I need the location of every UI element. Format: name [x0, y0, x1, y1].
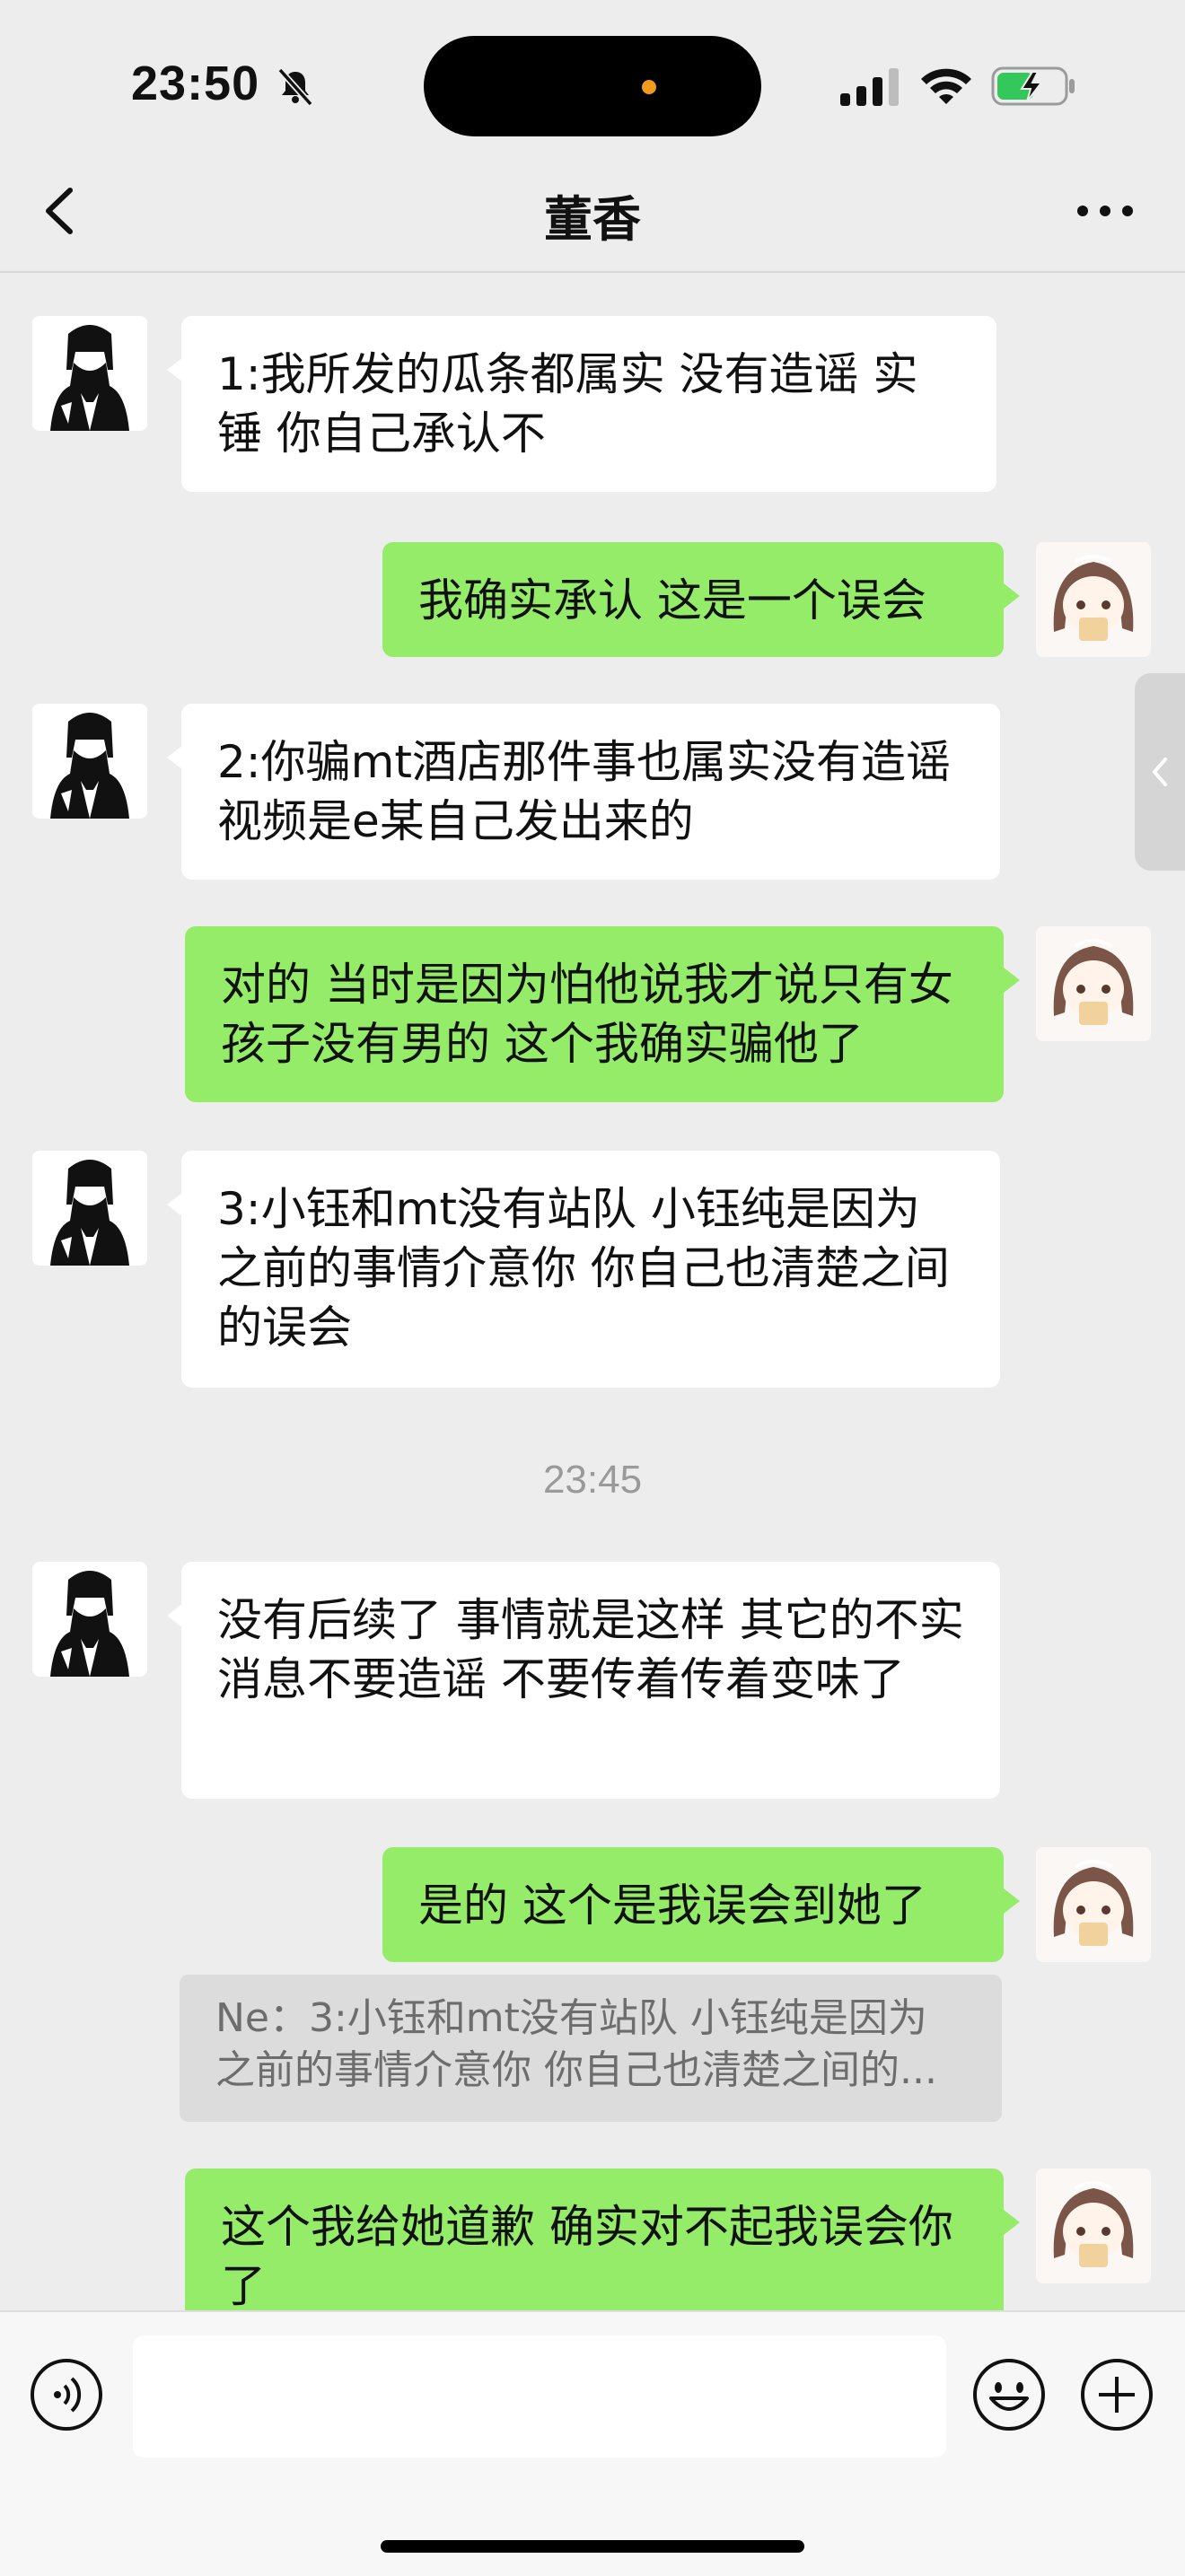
plus-icon[interactable] [1079, 2357, 1154, 2432]
message-incoming: 1:我所发的瓜条都属实 没有造谣 实锤 你自己承认不 [0, 273, 1185, 506]
cellular-signal-icon [840, 68, 899, 106]
home-indicator [381, 2540, 804, 2553]
chat-title: 董香 [544, 191, 641, 248]
contact-avatar[interactable] [32, 316, 147, 431]
message-bubble[interactable]: 对的 当时是因为怕他说我才说只有女孩子没有男的 这个我确实骗他了 [185, 926, 1004, 1102]
message-bubble[interactable]: 我确实承认 这是一个误会 [382, 542, 1004, 657]
message-outgoing: 是的 这个是我误会到她了 [0, 1847, 1185, 1967]
message-bubble[interactable]: 3:小钰和mt没有站队 小钰纯是因为之前的事情介意你 你自己也清楚之间的误会 [181, 1151, 1000, 1388]
message-timestamp: 23:45 [542, 1458, 643, 1502]
privacy-indicator-icon [642, 80, 656, 94]
message-incoming: 3:小钰和mt没有站队 小钰纯是因为之前的事情介意你 你自己也清楚之间的误会 [0, 1151, 1185, 1393]
quoted-text-line-1: Ne：3:小钰和mt没有站队 小钰纯是因为 [215, 1995, 927, 2041]
message-outgoing: 这个我给她道歉 确实对不起我误会你了 [0, 2169, 1185, 2310]
message-input[interactable] [133, 2335, 946, 2458]
side-drawer-handle[interactable] [1135, 673, 1185, 871]
status-time: 23:50 [131, 57, 260, 110]
voice-icon[interactable] [29, 2357, 104, 2432]
message-bubble[interactable]: 没有后续了 事情就是这样 其它的不实消息不要造谣 不要传着传着变味了 [181, 1562, 1000, 1799]
contact-avatar[interactable] [32, 1562, 147, 1677]
my-avatar[interactable] [1036, 2169, 1151, 2283]
message-incoming: 没有后续了 事情就是这样 其它的不实消息不要造谣 不要传着传着变味了 [0, 1562, 1185, 1804]
emoji-icon[interactable] [971, 2357, 1047, 2432]
my-avatar[interactable] [1036, 1847, 1151, 1962]
message-bubble[interactable]: 1:我所发的瓜条都属实 没有造谣 实锤 你自己承认不 [181, 316, 996, 492]
contact-avatar[interactable] [32, 704, 147, 819]
message-incoming: 2:你骗mt酒店那件事也属实没有造谣 视频是e某自己发出来的 [0, 704, 1185, 892]
contact-avatar[interactable] [32, 1151, 147, 1266]
message-bubble[interactable]: 是的 这个是我误会到她了 [382, 1847, 1004, 1962]
chevron-left-small-icon [1152, 758, 1167, 786]
battery-charging-icon [991, 66, 1075, 106]
my-avatar[interactable] [1036, 926, 1151, 1041]
message-bubble[interactable]: 2:你骗mt酒店那件事也属实没有造谣 视频是e某自己发出来的 [181, 704, 1000, 880]
my-avatar[interactable] [1036, 542, 1151, 657]
input-bar [0, 2310, 1185, 2576]
message-bubble[interactable]: 这个我给她道歉 确实对不起我误会你了 [185, 2169, 1004, 2310]
wifi-icon [921, 68, 971, 104]
more-dots-icon[interactable] [1074, 197, 1137, 224]
status-bar: 23:50 [0, 0, 1185, 153]
quoted-message[interactable]: Ne：3:小钰和mt没有站队 小钰纯是因为 之前的事情介意你 你自己也清楚之间的… [180, 1975, 1002, 2122]
bell-muted-icon [277, 67, 313, 107]
dynamic-island [424, 36, 761, 136]
message-list[interactable]: 1:我所发的瓜条都属实 没有造谣 实锤 你自己承认不 我确实承认 这是一个误会 … [0, 273, 1185, 2310]
chat-header: 董香 [0, 153, 1185, 273]
message-outgoing: 我确实承认 这是一个误会 [0, 539, 1185, 659]
message-outgoing: 对的 当时是因为怕他说我才说只有女孩子没有男的 这个我确实骗他了 [0, 926, 1185, 1106]
quoted-text-line-2: 之前的事情介意你 你自己也清楚之间的... [215, 2047, 937, 2093]
